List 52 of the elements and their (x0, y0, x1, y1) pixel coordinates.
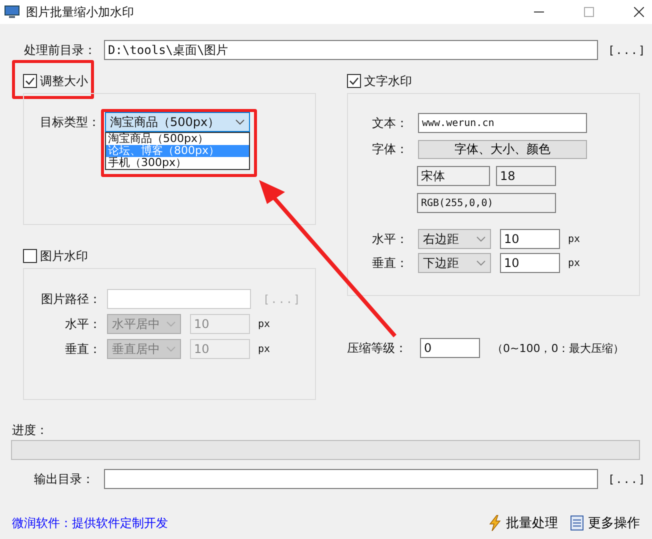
resize-label: 调整大小 (40, 72, 88, 90)
browse-link[interactable]: [...] (608, 472, 646, 486)
unit-label: px (568, 258, 580, 268)
dropdown-option[interactable]: 手机（300px） (106, 157, 249, 169)
output-dir-label: 输出目录： (34, 470, 95, 488)
chevron-icon (166, 346, 176, 352)
chevron-icon (235, 119, 245, 125)
unit-label: px (258, 318, 270, 330)
lightning-icon (488, 515, 502, 531)
target-type-dropdown[interactable]: 淘宝商品（500px） (105, 112, 250, 132)
watermark-text-field[interactable]: www.werun.cn (418, 113, 587, 133)
app-icon (4, 5, 20, 19)
checkbox[interactable] (347, 74, 361, 88)
position-label: 垂直： (64, 340, 101, 358)
action-button[interactable]: 批量处理 (488, 514, 558, 532)
output-dir-field[interactable] (104, 469, 598, 489)
action-button[interactable]: 更多操作 (570, 514, 640, 532)
dropdown-option[interactable]: 淘宝商品（500px） (106, 133, 249, 145)
position-label: 水平： (64, 316, 101, 332)
source-dir-field[interactable]: D:\tools\桌面\图片 (104, 40, 598, 60)
chevron-icon (476, 260, 486, 266)
target-type-label: 目标类型： (40, 114, 101, 130)
offset-field[interactable]: 10 (500, 253, 560, 273)
close-icon[interactable] (634, 7, 644, 17)
position-dropdown[interactable]: 右边距 (418, 229, 491, 249)
unit-label: px (568, 234, 580, 244)
font-name-field: 宋体 (417, 166, 490, 186)
chevron-icon (476, 236, 486, 242)
vendor-link[interactable]: 微润软件：提供软件定制开发 (12, 514, 168, 532)
position-dropdown[interactable]: 下边距 (418, 253, 491, 273)
image-watermark-label: 图片水印 (40, 248, 88, 264)
position-label: 水平： (372, 230, 409, 248)
document-icon (570, 515, 584, 531)
browse-link[interactable]: [...] (608, 44, 646, 56)
offset-field[interactable]: 10 (500, 229, 560, 249)
image-path-label: 图片路径： (40, 290, 101, 308)
chevron-icon (166, 321, 176, 327)
checkbox[interactable] (23, 74, 37, 88)
text-watermark-label: 文字水印 (364, 72, 412, 90)
source-dir-label: 处理前目录： (24, 42, 97, 58)
color-field: RGB(255,0,0) (417, 193, 556, 213)
font-button[interactable]: 字体、大小、颜色 (418, 140, 587, 159)
progress-label: 进度： (11, 422, 49, 436)
unit-label: px (258, 344, 270, 354)
text-label: 文本： (372, 114, 409, 132)
position-label: 垂直： (372, 254, 409, 272)
compression-field[interactable]: 0 (420, 338, 480, 358)
window-title: 图片批量缩小加水印 (26, 4, 134, 20)
compression-hint: （0~100，0：最大压缩） (492, 340, 624, 356)
font-size-field: 18 (496, 166, 556, 186)
compression-label: 压缩等级： (347, 340, 407, 356)
font-label: 字体： (372, 141, 409, 158)
